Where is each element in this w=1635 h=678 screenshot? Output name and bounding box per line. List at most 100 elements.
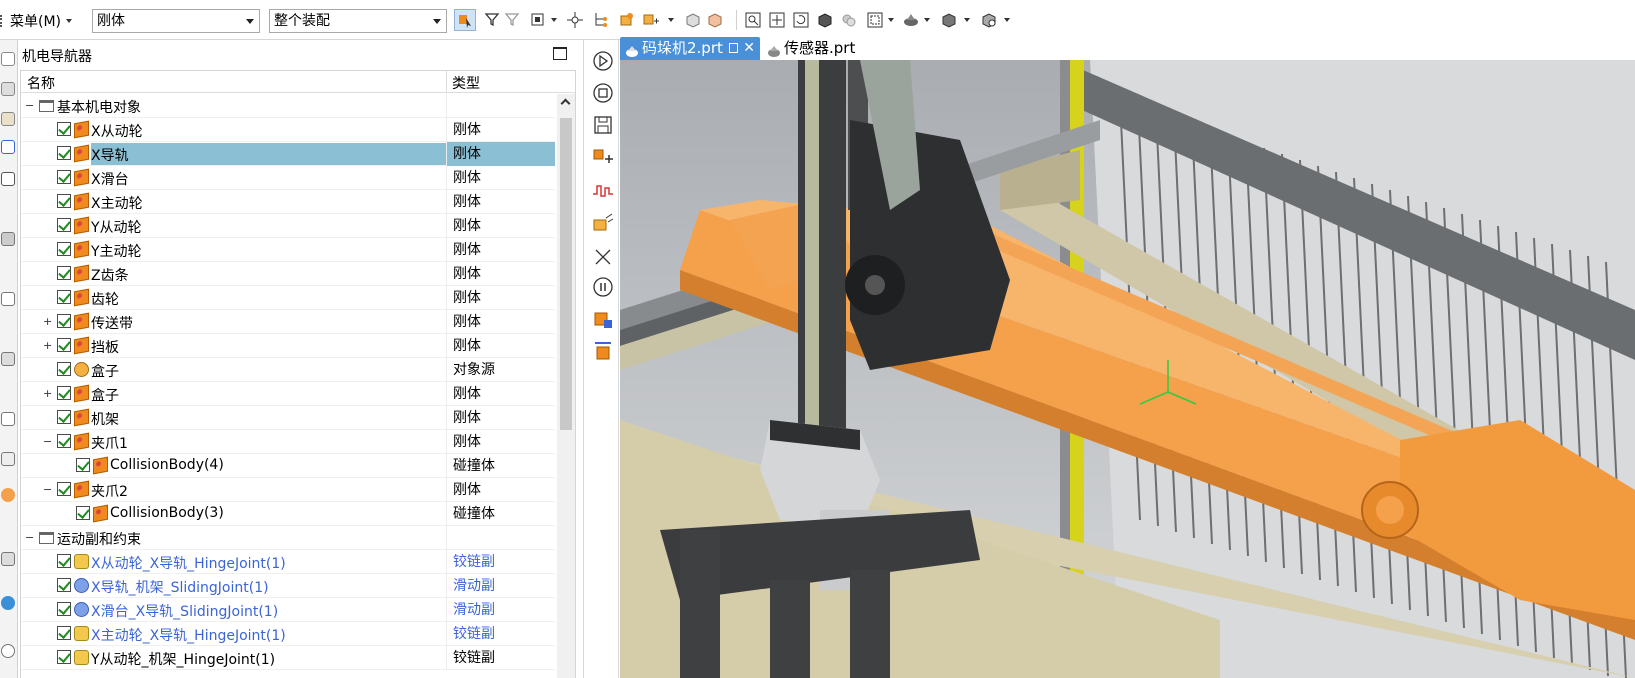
- select-type-icon[interactable]: [530, 11, 548, 29]
- chevron-down-icon[interactable]: [924, 18, 930, 22]
- scrollbar-thumb[interactable]: [560, 118, 572, 430]
- save-icon[interactable]: [592, 114, 614, 136]
- visibility-checkbox[interactable]: [57, 194, 71, 208]
- tree-node-rigid-body[interactable]: Y主动轮 刚体: [21, 238, 555, 262]
- collapse-icon[interactable]: −: [25, 100, 34, 111]
- chevron-down-icon[interactable]: [888, 18, 894, 22]
- tree-node-rigid-body[interactable]: X滑台 刚体: [21, 166, 555, 190]
- pause-icon[interactable]: [592, 276, 614, 298]
- tree-node-rigid-body[interactable]: + 盒子 刚体: [21, 382, 555, 406]
- component-icon[interactable]: [618, 11, 636, 29]
- expand-icon[interactable]: +: [43, 316, 52, 327]
- collapse-icon[interactable]: −: [43, 436, 52, 447]
- chevron-down-icon[interactable]: [668, 18, 674, 22]
- visibility-checkbox[interactable]: [76, 506, 90, 520]
- visibility-checkbox[interactable]: [57, 290, 71, 304]
- visibility-checkbox[interactable]: [57, 170, 71, 184]
- layer-settings-icon[interactable]: [980, 11, 998, 29]
- visibility-checkbox[interactable]: [57, 578, 71, 592]
- visibility-checkbox[interactable]: [57, 410, 71, 424]
- conveyor-icon[interactable]: [592, 212, 614, 234]
- display-mode-icon[interactable]: [940, 11, 958, 29]
- visibility-checkbox[interactable]: [57, 482, 71, 496]
- zoom-window-icon[interactable]: [744, 11, 762, 29]
- tree-node-rigid-body-selected[interactable]: X导轨 刚体: [21, 142, 555, 166]
- stop-icon[interactable]: [592, 82, 614, 104]
- move-component-icon[interactable]: [642, 11, 660, 29]
- tree-node-rigid-body[interactable]: X从动轮 刚体: [21, 118, 555, 142]
- tree-node-rigid-body[interactable]: 齿轮 刚体: [21, 286, 555, 310]
- visibility-checkbox[interactable]: [76, 458, 90, 472]
- chevron-down-icon[interactable]: [551, 18, 557, 22]
- expand-icon[interactable]: +: [43, 340, 52, 351]
- visibility-checkbox[interactable]: [57, 338, 71, 352]
- scroll-up-icon[interactable]: [560, 98, 571, 109]
- visibility-checkbox[interactable]: [57, 266, 71, 280]
- render-style-icon[interactable]: [902, 11, 920, 29]
- collapse-icon[interactable]: −: [25, 532, 34, 543]
- close-icon[interactable]: ✕: [743, 37, 755, 59]
- expand-icon[interactable]: [1, 140, 15, 154]
- tree-node-sliding-joint[interactable]: X滑台_X导轨_SlidingJoint(1) 滑动副: [21, 598, 555, 622]
- visibility-checkbox[interactable]: [57, 434, 71, 448]
- chevron-down-icon[interactable]: [1004, 18, 1010, 22]
- cube-icon[interactable]: [1, 232, 15, 246]
- tool-icon[interactable]: [1, 352, 15, 366]
- column-divider[interactable]: [446, 71, 447, 93]
- history-icon[interactable]: [1, 488, 15, 502]
- graphics-viewport[interactable]: [620, 60, 1635, 678]
- assembly-tree-icon[interactable]: [592, 11, 610, 29]
- tree-node-hinge-joint[interactable]: X从动轮_X导轨_HingeJoint(1) 铰链副: [21, 550, 555, 574]
- rigid-body-tool-icon[interactable]: [592, 308, 614, 330]
- tab-part-2[interactable]: 传感器.prt: [762, 37, 872, 61]
- tree-node-rigid-body[interactable]: Z齿条 刚体: [21, 262, 555, 286]
- tree-node-rigid-body[interactable]: Y从动轮 刚体: [21, 214, 555, 238]
- visibility-checkbox[interactable]: [57, 602, 71, 616]
- web-browser-icon[interactable]: [1, 596, 15, 610]
- tab-part-1[interactable]: 码垛机2.prt ✕: [620, 37, 760, 61]
- visibility-checkbox[interactable]: [57, 626, 71, 640]
- tree-node-collision-body[interactable]: CollisionBody(3) 碰撞体: [21, 502, 555, 526]
- visibility-checkbox[interactable]: [57, 146, 71, 160]
- filter-funnel-icon[interactable]: [484, 11, 502, 29]
- visibility-checkbox[interactable]: [57, 218, 71, 232]
- visibility-checkbox[interactable]: [57, 386, 71, 400]
- show-body-icon[interactable]: [684, 11, 702, 29]
- tree-node-basic-objects[interactable]: − 基本机电对象: [21, 94, 555, 118]
- column-name-header[interactable]: 名称: [27, 73, 55, 93]
- rotate-icon[interactable]: [792, 11, 810, 29]
- roles-icon[interactable]: [1, 644, 15, 658]
- tree-node-hinge-joint[interactable]: Y从动轮_机架_HingeJoint(1) 铰链副: [21, 646, 555, 670]
- move-object-icon[interactable]: [592, 146, 614, 168]
- expand-icon[interactable]: +: [43, 388, 52, 399]
- pan-icon[interactable]: [768, 11, 786, 29]
- tree-node-rigid-body[interactable]: 机架 刚体: [21, 406, 555, 430]
- shaded-view-icon[interactable]: [816, 11, 834, 29]
- deselect-icon[interactable]: [504, 11, 522, 29]
- tool-icon[interactable]: [1, 452, 15, 466]
- tree-node-rigid-body[interactable]: X主动轮 刚体: [21, 190, 555, 214]
- vertical-scrollbar[interactable]: [557, 94, 575, 678]
- constraint-navigator-icon[interactable]: [1, 112, 15, 126]
- play-icon[interactable]: [592, 50, 614, 72]
- view-orientation-icon[interactable]: [866, 11, 884, 29]
- tree-node-rigid-body[interactable]: − 夹爪2 刚体: [21, 478, 555, 502]
- hide-body-icon[interactable]: [706, 11, 724, 29]
- column-type-header[interactable]: 类型: [452, 73, 480, 93]
- tool-icon[interactable]: [1, 412, 15, 426]
- signal-icon[interactable]: [592, 180, 614, 202]
- select-filter-icon[interactable]: [454, 9, 476, 31]
- visibility-checkbox[interactable]: [57, 122, 71, 136]
- menu-button[interactable]: 菜单(M): [0, 9, 73, 33]
- visibility-checkbox[interactable]: [57, 650, 71, 664]
- chevron-down-icon[interactable]: [964, 18, 970, 22]
- tree-node-rigid-body[interactable]: + 传送带 刚体: [21, 310, 555, 334]
- tree-node-collision-body[interactable]: CollisionBody(4) 碰撞体: [21, 454, 555, 478]
- type-filter-dropdown[interactable]: 刚体: [92, 9, 260, 33]
- assembly-navigator-icon[interactable]: [1, 82, 15, 96]
- part-navigator-icon[interactable]: [1, 52, 15, 66]
- tree-node-rigid-body[interactable]: − 夹爪1 刚体: [21, 430, 555, 454]
- scope-dropdown[interactable]: 整个装配: [269, 9, 447, 33]
- pin-icon[interactable]: [729, 43, 738, 53]
- visibility-checkbox[interactable]: [57, 554, 71, 568]
